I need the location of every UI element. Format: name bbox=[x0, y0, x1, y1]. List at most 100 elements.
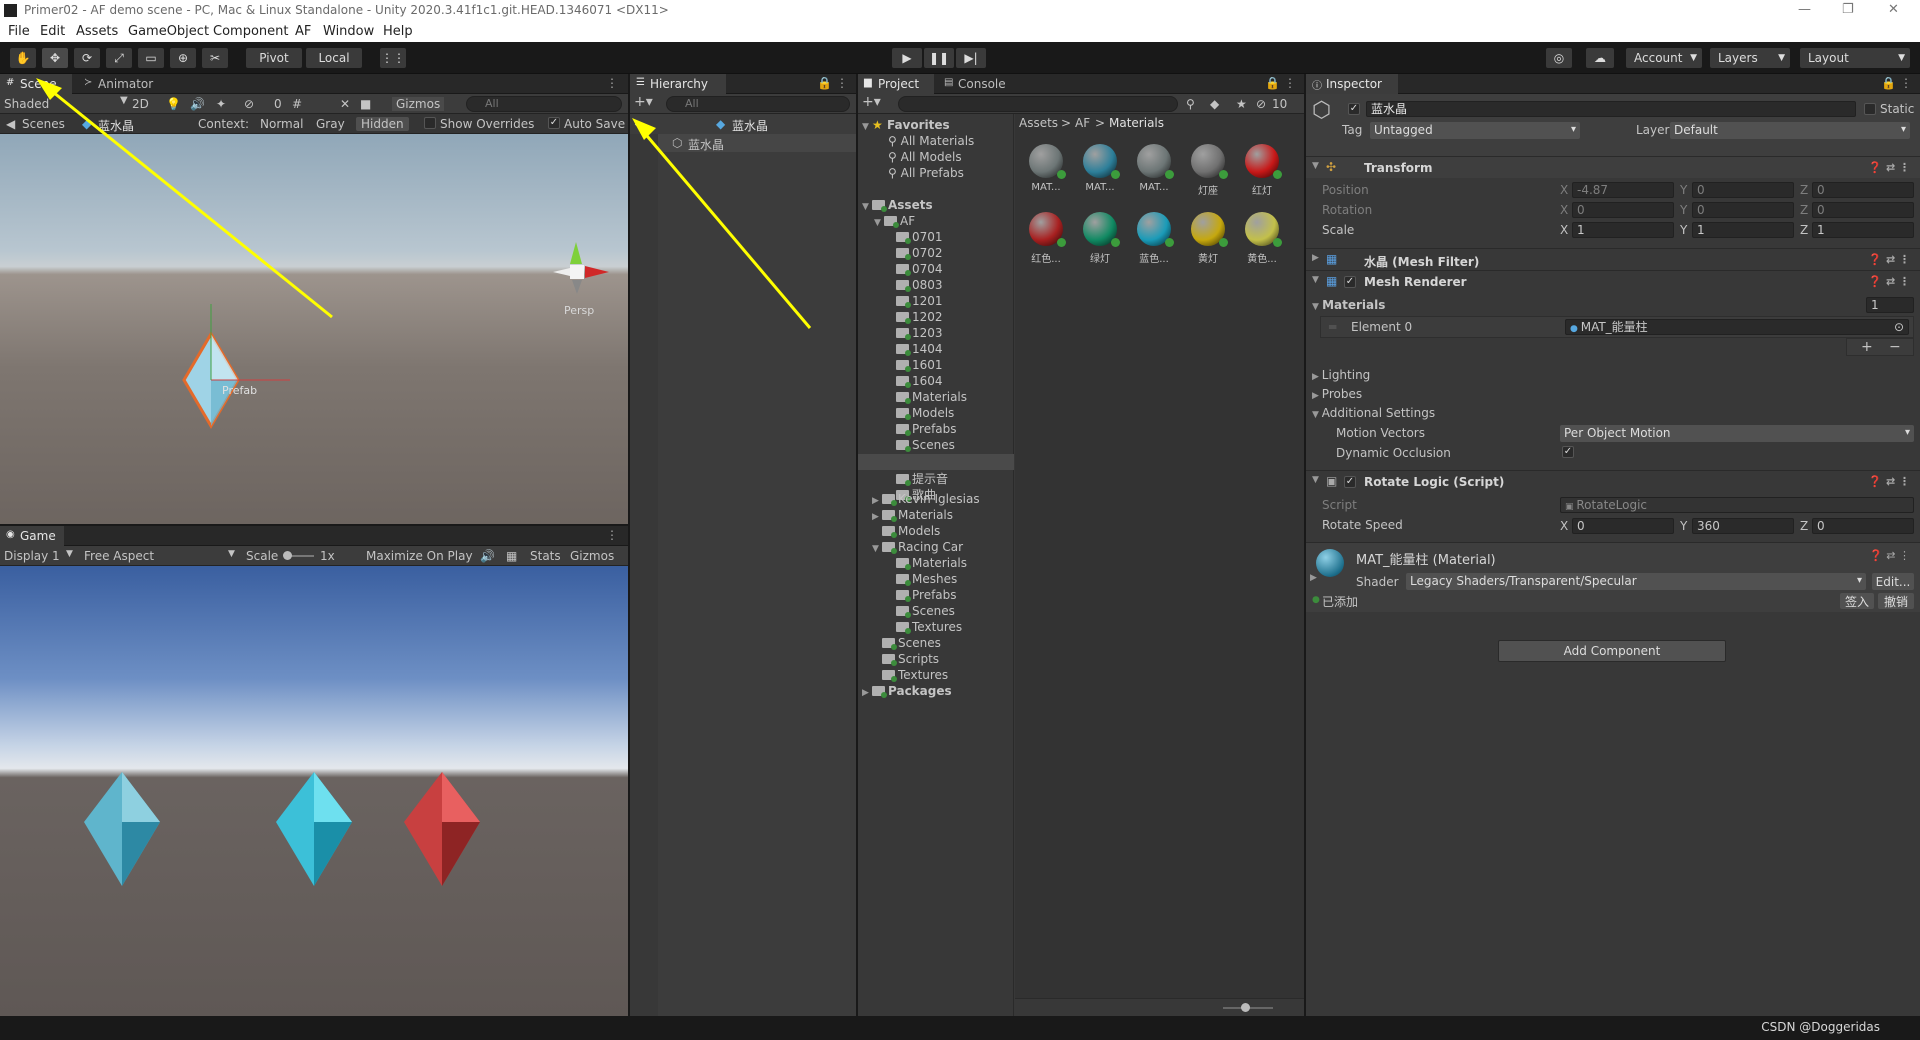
drag-handle-icon[interactable]: ═ bbox=[1329, 320, 1336, 334]
scale-tool-icon[interactable]: ⤢ bbox=[106, 48, 132, 68]
pause-button[interactable]: ❚❚ bbox=[924, 48, 954, 68]
rotate-speed-x-field[interactable]: 0 bbox=[1572, 518, 1674, 534]
tree-af-child[interactable]: 0701 bbox=[896, 230, 943, 244]
material-foldout-arrow[interactable]: ▶ bbox=[1310, 573, 1317, 583]
breadcrumb-af[interactable]: AF bbox=[1075, 116, 1090, 130]
layers-dropdown[interactable]: Layers ▼ bbox=[1710, 48, 1790, 68]
layer-dropdown[interactable]: Default bbox=[1670, 122, 1910, 139]
dynamic-occlusion-checkbox[interactable]: ✓ bbox=[1562, 446, 1574, 458]
tree-materials-root[interactable]: ▶ Materials bbox=[872, 508, 953, 522]
tree-af-child[interactable]: 提示音 bbox=[896, 470, 948, 487]
transform-pos-z-field[interactable]: 0 bbox=[1812, 182, 1914, 198]
tree-racing-child[interactable]: Textures bbox=[896, 620, 962, 634]
tree-fav-item[interactable]: ⚲ All Materials bbox=[888, 134, 974, 148]
transform-header[interactable]: ▼ ✣ Transform ❓ ⇄ ⋮ bbox=[1306, 156, 1920, 178]
transform-scl-z-field[interactable]: 1 bbox=[1812, 222, 1914, 238]
transform-tool-icon[interactable]: ⊕ bbox=[170, 48, 196, 68]
shader-dropdown[interactable]: Legacy Shaders/Transparent/Specular bbox=[1406, 573, 1866, 590]
tree-racing-child[interactable]: Meshes bbox=[896, 572, 957, 586]
object-picker-icon[interactable]: ⊙ bbox=[1894, 320, 1904, 334]
tree-af-child[interactable]: Models bbox=[896, 406, 954, 420]
tree-scenes-root[interactable]: Scenes bbox=[882, 636, 941, 650]
transform-rot-z-field[interactable]: 0 bbox=[1812, 202, 1914, 218]
inspector-menu-icon[interactable]: ⋮ bbox=[1900, 76, 1912, 90]
cloud-icon[interactable]: ☁ bbox=[1586, 48, 1614, 68]
breadcrumb-materials[interactable]: Materials bbox=[1109, 116, 1164, 130]
menu-file[interactable]: File bbox=[8, 24, 30, 39]
add-component-button[interactable]: Add Component bbox=[1498, 640, 1726, 662]
transform-scl-x-field[interactable]: 1 bbox=[1572, 222, 1674, 238]
tab-game[interactable]: ◉ Game bbox=[0, 526, 64, 546]
search-by-label-icon[interactable]: ◆ bbox=[1210, 97, 1219, 111]
breadcrumb-assets[interactable]: Assets bbox=[1019, 116, 1058, 130]
inspector-lock-icon[interactable]: 🔒 bbox=[1881, 76, 1896, 90]
tree-af-child[interactable]: 1601 bbox=[896, 358, 943, 372]
project-add-button[interactable]: +▾ bbox=[862, 94, 881, 110]
static-checkbox[interactable] bbox=[1864, 103, 1876, 115]
tree-racing[interactable]: ▼ Racing Car bbox=[872, 540, 963, 554]
probes-foldout[interactable]: ▶ Probes bbox=[1312, 387, 1362, 401]
tree-af-child[interactable]: 1202 bbox=[896, 310, 943, 324]
menu-component[interactable]: Component bbox=[213, 24, 288, 39]
menu-edit[interactable]: Edit bbox=[40, 24, 65, 39]
rotate-tool-icon[interactable]: ⟳ bbox=[74, 48, 100, 68]
stats-grid-icon[interactable]: ▦ bbox=[506, 549, 517, 563]
materials-count-field[interactable]: 1 bbox=[1866, 297, 1914, 313]
account-dropdown[interactable]: Account ▼ bbox=[1626, 48, 1702, 68]
tree-racing-child[interactable]: Prefabs bbox=[896, 588, 957, 602]
mute-audio-icon[interactable]: 🔊 bbox=[480, 549, 495, 563]
rotate-speed-z-field[interactable]: 0 bbox=[1812, 518, 1914, 534]
tree-af-child[interactable]: 1604 bbox=[896, 374, 943, 388]
rect-tool-icon[interactable]: ▭ bbox=[138, 48, 164, 68]
tree-af-child[interactable]: 1201 bbox=[896, 294, 943, 308]
menu-af[interactable]: AF bbox=[295, 24, 311, 39]
project-menu-icon[interactable]: ⋮ bbox=[1284, 76, 1296, 90]
motion-vectors-dropdown[interactable]: Per Object Motion bbox=[1560, 425, 1914, 442]
materials-foldout[interactable]: ▼ Materials bbox=[1312, 298, 1385, 312]
tree-assets[interactable]: ▼ Assets bbox=[862, 198, 933, 212]
icon-size-thumb[interactable] bbox=[1241, 1003, 1250, 1012]
transform-pos-x-field[interactable]: -4.87 bbox=[1572, 182, 1674, 198]
tree-af-child[interactable]: 1203 bbox=[896, 326, 943, 340]
component-help-icons[interactable]: ❓ ⇄ ⋮ bbox=[1868, 253, 1910, 266]
tree-models-root[interactable]: Models bbox=[882, 524, 940, 538]
tree-af-child[interactable]: Scenes bbox=[896, 438, 955, 452]
list-remove-button[interactable]: − bbox=[1889, 339, 1901, 355]
vcs-checkin-button[interactable]: 签入 bbox=[1840, 593, 1874, 609]
mesh-renderer-enabled-checkbox[interactable]: ✓ bbox=[1344, 276, 1356, 288]
menu-help[interactable]: Help bbox=[383, 24, 413, 39]
tree-af-child[interactable]: 1404 bbox=[896, 342, 943, 356]
shader-edit-button[interactable]: Edit... bbox=[1872, 573, 1914, 590]
component-help-icons[interactable]: ❓ ⇄ ⋮ bbox=[1869, 549, 1910, 562]
list-add-button[interactable]: + bbox=[1861, 339, 1873, 355]
tree-fav-item[interactable]: ⚲ All Models bbox=[888, 150, 962, 164]
local-button[interactable]: Local bbox=[306, 48, 362, 68]
aspect-dropdown[interactable]: Free Aspect bbox=[84, 549, 154, 563]
stats-button[interactable]: Stats bbox=[530, 549, 561, 563]
tree-kevin[interactable]: ▶ Kevin Iglesias bbox=[872, 492, 980, 506]
tab-project[interactable]: ▆ Project bbox=[858, 74, 934, 94]
hand-tool-icon[interactable]: ✋ bbox=[10, 48, 36, 68]
tree-racing-child[interactable]: Scenes bbox=[896, 604, 955, 618]
grid-snap-icon[interactable]: ⋮⋮ bbox=[380, 48, 406, 68]
search-by-type-icon[interactable]: ⚲ bbox=[1186, 97, 1195, 111]
tree-af-child[interactable]: 0803 bbox=[896, 278, 943, 292]
lighting-foldout[interactable]: ▶ Lighting bbox=[1312, 368, 1370, 382]
tag-dropdown[interactable]: Untagged bbox=[1370, 122, 1580, 139]
tree-fav-item[interactable]: ⚲ All Prefabs bbox=[888, 166, 964, 180]
menu-assets[interactable]: Assets bbox=[76, 24, 118, 39]
display-dropdown[interactable]: Display 1 bbox=[4, 549, 60, 563]
tree-af[interactable]: ▼ AF bbox=[874, 214, 915, 228]
tab-inspector[interactable]: ⓘ Inspector bbox=[1306, 74, 1398, 94]
close-icon[interactable]: ✕ bbox=[1888, 2, 1899, 17]
additional-settings-foldout[interactable]: ▼ Additional Settings bbox=[1312, 406, 1435, 420]
transform-scl-y-field[interactable]: 1 bbox=[1692, 222, 1794, 238]
maximize-on-play-button[interactable]: Maximize On Play bbox=[366, 549, 473, 563]
project-search-input[interactable] bbox=[898, 96, 1178, 112]
rotate-speed-y-field[interactable]: 360 bbox=[1692, 518, 1794, 534]
tree-textures-root[interactable]: Textures bbox=[882, 668, 948, 682]
step-button[interactable]: ▶| bbox=[956, 48, 986, 68]
rotate-logic-header[interactable]: ▼ ▣ ✓ Rotate Logic (Script) ❓ ⇄ ⋮ bbox=[1306, 470, 1920, 492]
game-gizmos-button[interactable]: Gizmos bbox=[570, 549, 614, 563]
active-checkbox[interactable]: ✓ bbox=[1348, 103, 1360, 115]
